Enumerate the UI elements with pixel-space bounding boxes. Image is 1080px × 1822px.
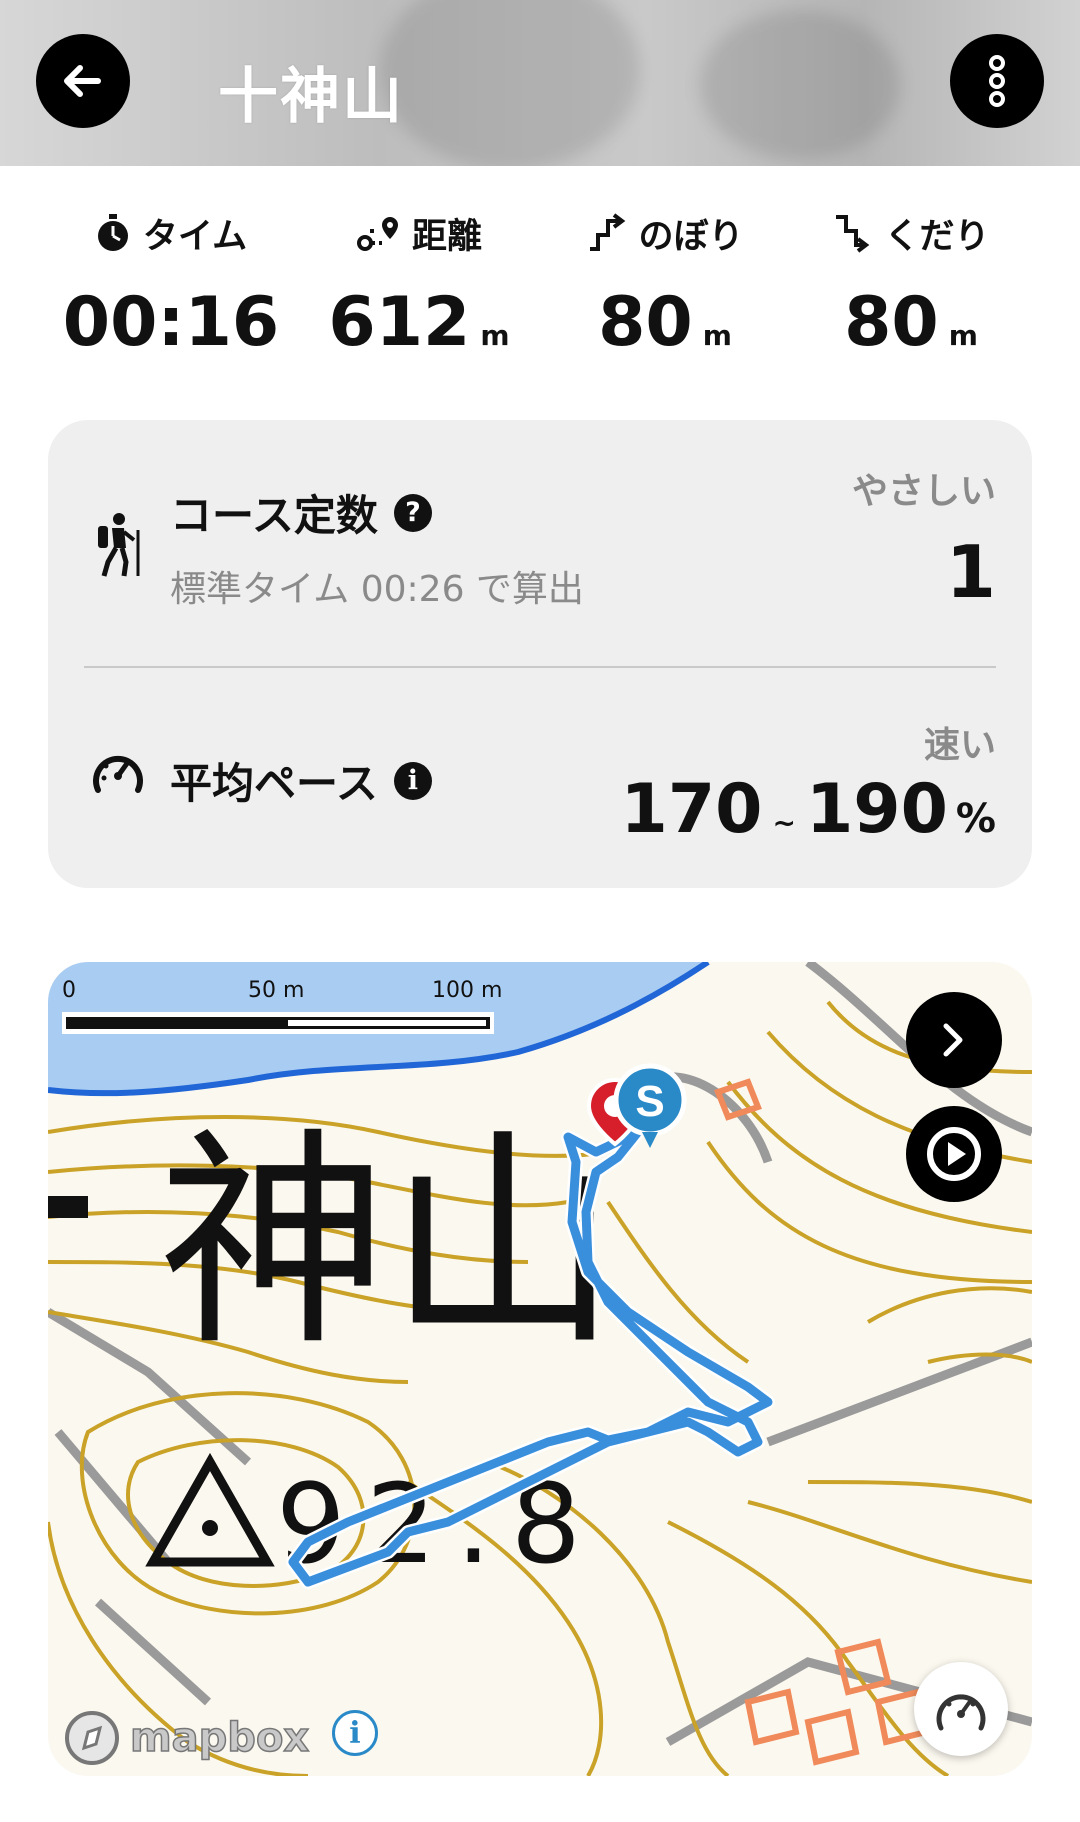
descent-icon bbox=[836, 215, 870, 253]
attribution-info-button[interactable]: i bbox=[332, 1710, 378, 1756]
pace-unit: % bbox=[955, 796, 996, 842]
course-constant-value: 1 bbox=[945, 530, 996, 614]
stat-distance: 距離 612 m bbox=[294, 208, 544, 371]
course-subtitle: 標準タイム 00:26 で算出 bbox=[170, 569, 584, 610]
avg-pace-title: 平均ペース bbox=[170, 759, 378, 808]
header-bg-blur bbox=[700, 10, 900, 160]
back-button[interactable] bbox=[36, 34, 130, 128]
pace-separator: ~ bbox=[772, 806, 796, 839]
course-constant-title: コース定数 bbox=[170, 491, 378, 540]
pace-high: 190 bbox=[805, 770, 948, 849]
header-bg-blur bbox=[380, 0, 640, 166]
stat-label: 距離 bbox=[411, 216, 482, 257]
hiker-icon bbox=[98, 513, 140, 577]
course-info-card: コース定数 ? 標準タイム 00:26 で算出 やさしい 1 平均ペース i 速… bbox=[48, 420, 1032, 888]
stat-label: のぼり bbox=[638, 216, 744, 257]
stat-unit: m bbox=[480, 319, 510, 352]
card-divider bbox=[84, 666, 996, 668]
more-vertical-icon bbox=[989, 55, 1005, 107]
stat-unit: m bbox=[702, 319, 732, 352]
arrow-left-icon bbox=[64, 65, 101, 97]
route-icon bbox=[356, 217, 398, 251]
ascent-icon bbox=[590, 213, 626, 251]
stat-value: 80 bbox=[598, 283, 693, 362]
stat-value: 612 bbox=[328, 283, 471, 362]
mapbox-wordmark: mapbox bbox=[129, 1714, 310, 1762]
stat-unit: m bbox=[948, 319, 978, 352]
topo-map: 神山 92.8 S bbox=[48, 962, 1032, 1776]
scale-label-0: 0 bbox=[62, 978, 76, 1003]
page-title: 十神山 bbox=[218, 62, 404, 132]
mapbox-icon bbox=[65, 1711, 119, 1765]
more-menu-button[interactable] bbox=[950, 34, 1044, 128]
speed-layer-button[interactable] bbox=[914, 1662, 1008, 1756]
avg-pace-value: 170 ~190% bbox=[621, 770, 996, 849]
speedometer-icon bbox=[936, 1694, 986, 1731]
pace-low: 170 bbox=[620, 770, 763, 849]
route-map[interactable]: 神山 92.8 S 0 50 m 100 m mapbox i bbox=[48, 962, 1032, 1776]
speed-label: 速い bbox=[923, 725, 996, 766]
stat-descent: くだり 80 m bbox=[786, 208, 1036, 371]
difficulty-label: やさしい bbox=[851, 471, 996, 512]
start-marker-letter: S bbox=[635, 1077, 664, 1126]
app-header: 十神山 bbox=[0, 0, 1080, 166]
stopwatch-icon bbox=[97, 214, 128, 251]
help-icon[interactable]: ? bbox=[393, 493, 432, 532]
mapbox-logo[interactable]: mapbox bbox=[62, 1708, 310, 1768]
chevron-right-icon bbox=[943, 1023, 963, 1057]
stat-value: 00:16 bbox=[62, 283, 280, 362]
stat-label: くだり bbox=[884, 216, 990, 257]
map-label-mountain: 神山 bbox=[158, 1110, 618, 1377]
speedometer-icon bbox=[93, 755, 143, 793]
stat-value: 80 bbox=[844, 283, 939, 362]
play-circle-icon bbox=[927, 1127, 981, 1181]
play-replay-button[interactable] bbox=[906, 1106, 1002, 1202]
stat-time: タイム 00:16 bbox=[46, 208, 296, 358]
scale-bar bbox=[62, 1012, 494, 1034]
scale-label-100: 100 m bbox=[432, 978, 503, 1003]
scale-label-50: 50 m bbox=[248, 978, 305, 1003]
open-map-button[interactable] bbox=[906, 992, 1002, 1088]
stat-ascent: のぼり 80 m bbox=[540, 208, 790, 371]
info-icon[interactable]: i bbox=[393, 761, 432, 800]
stat-label: タイム bbox=[142, 216, 248, 257]
triangulation-point-icon bbox=[145, 1452, 275, 1567]
